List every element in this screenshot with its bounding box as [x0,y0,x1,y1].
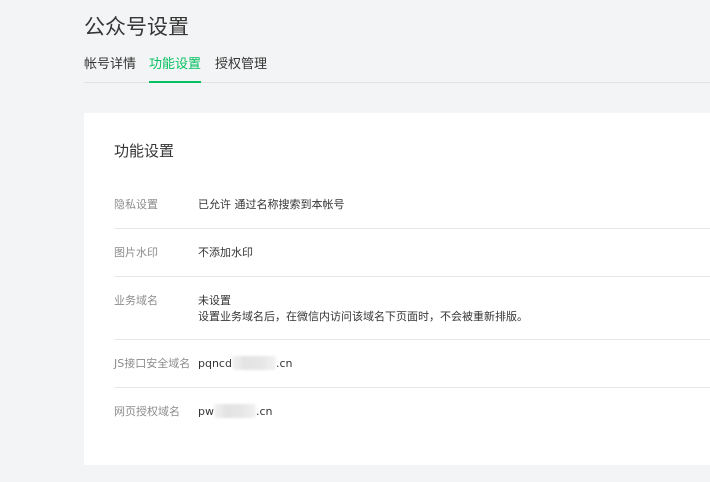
privacy-label: 隐私设置 [114,198,158,211]
business-domain-description: 设置业务域名后，在微信内访问该域名下页面时，不会被重新排版。 [198,310,528,323]
js-domain-suffix: .cn [275,357,293,370]
redacted-text [231,356,276,370]
page-title: 公众号设置 [84,15,189,39]
divider [114,387,710,388]
feature-settings-card: 功能设置 隐私设置 已允许 通过名称搜索到本帐号 图片水印 不添加水印 业务域名… [84,113,710,465]
oauth-domain-suffix: .cn [255,405,273,418]
js-domain-value: pqncd .cn [198,356,293,372]
divider [114,276,710,277]
business-domain-value-block: 未设置 设置业务域名后，在微信内访问该域名下页面时，不会被重新排版。 [198,293,528,325]
privacy-value: 已允许 通过名称搜索到本帐号 [198,198,345,211]
oauth-domain-value: pw .cn [198,404,273,420]
business-domain-value: 未设置 [198,294,231,307]
tab-authorization-management[interactable]: 授权管理 [215,56,267,81]
watermark-label: 图片水印 [114,246,158,259]
tab-feature-settings[interactable]: 功能设置 [149,56,202,83]
card-title: 功能设置 [114,142,175,160]
oauth-domain-prefix: pw [198,405,214,418]
js-domain-label: JS接口安全域名 [114,357,191,370]
tab-account-details[interactable]: 帐号详情 [84,56,136,81]
oauth-domain-label: 网页授权域名 [114,405,180,418]
watermark-value: 不添加水印 [198,246,253,259]
tab-bar: 帐号详情 功能设置 授权管理 [84,56,710,83]
business-domain-label: 业务域名 [114,294,158,307]
redacted-text [213,404,256,418]
divider [114,339,710,340]
divider [114,228,710,229]
js-domain-prefix: pqncd [198,357,232,370]
